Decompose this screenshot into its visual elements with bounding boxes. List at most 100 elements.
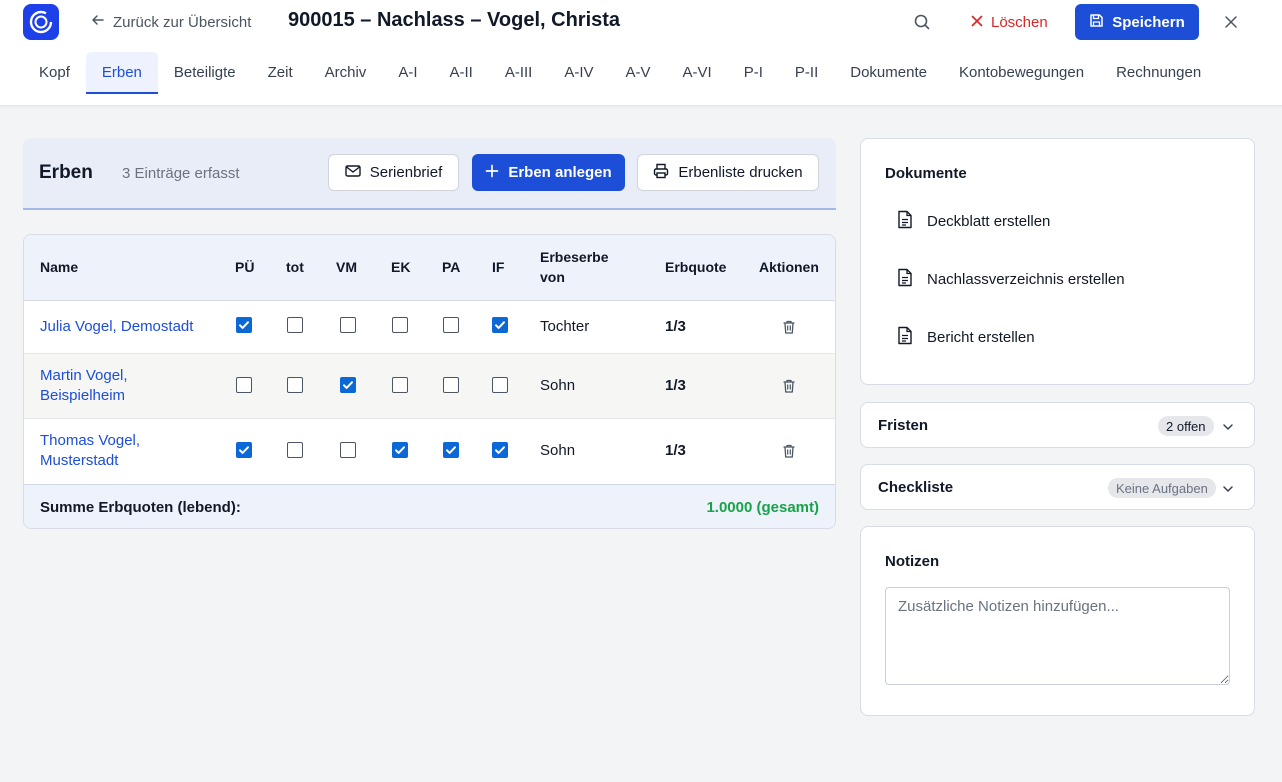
checkbox-if[interactable] [492, 442, 508, 458]
back-to-overview-link[interactable]: Zurück zur Übersicht [91, 12, 251, 32]
section-title: Erben [39, 162, 93, 183]
tab-p-i[interactable]: P-I [728, 52, 779, 94]
table-row: Julia Vogel, Demostadt Tochter 1/3 [24, 301, 835, 354]
checkbox-pa[interactable] [443, 442, 459, 458]
print-heir-list-button[interactable]: Erbenliste drucken [637, 154, 819, 191]
checklist-accordion[interactable]: Checkliste Keine Aufgaben [860, 464, 1255, 510]
relation-text: Tochter [540, 318, 590, 335]
checklist-title: Checkliste [878, 479, 954, 496]
checkbox-pu[interactable] [236, 377, 252, 393]
relation-text: Sohn [540, 377, 576, 394]
create-report-link[interactable]: Bericht erstellen [897, 326, 1035, 348]
document-icon [897, 210, 913, 233]
checkbox-pu[interactable] [236, 442, 252, 458]
tab-zeit[interactable]: Zeit [252, 52, 309, 94]
save-button[interactable]: Speichern [1075, 4, 1199, 40]
checkbox-if[interactable] [492, 377, 508, 393]
quote-value: 1/3 [665, 442, 686, 459]
delete-button[interactable]: Löschen [963, 4, 1056, 40]
heir-name-link[interactable]: Martin Vogel, Beispielheim [40, 366, 200, 406]
deadlines-accordion[interactable]: Fristen 2 offen [860, 402, 1255, 448]
document-icon [897, 326, 913, 349]
notes-title: Notizen [885, 553, 940, 570]
col-if: IF [492, 259, 505, 275]
document-icon [897, 268, 913, 291]
tab-archiv[interactable]: Archiv [309, 52, 383, 94]
chevron-down-icon [1222, 482, 1234, 494]
trash-icon[interactable] [781, 319, 797, 335]
checkbox-ek[interactable] [392, 442, 408, 458]
heir-name-link[interactable]: Thomas Vogel, Musterstadt [40, 431, 200, 471]
close-icon[interactable] [1222, 13, 1240, 31]
tab-a-vi[interactable]: A-VI [667, 52, 728, 94]
checkbox-tot[interactable] [287, 377, 303, 393]
tab-a-ii[interactable]: A-II [433, 52, 488, 94]
envelope-icon [345, 164, 361, 182]
tab-a-v[interactable]: A-V [610, 52, 667, 94]
create-cover-sheet-link[interactable]: Deckblatt erstellen [897, 210, 1050, 232]
quote-value: 1/3 [665, 318, 686, 335]
tab-p-ii[interactable]: P-II [779, 52, 834, 94]
checkbox-tot[interactable] [287, 317, 303, 333]
tab-a-iv[interactable]: A-IV [548, 52, 609, 94]
app-logo-icon[interactable] [23, 4, 59, 40]
tab-a-iii[interactable]: A-III [489, 52, 549, 94]
checkbox-vm[interactable] [340, 442, 356, 458]
table-header: Name PÜ tot VM EK PA IF Erbeserbe von Er… [24, 235, 835, 301]
floppy-disk-icon [1089, 13, 1104, 32]
col-erbeserbe: Erbeserbe [540, 249, 609, 265]
relation-text: Sohn [540, 442, 576, 459]
tab-bar: Kopf Erben Beteiligte Zeit Archiv A-I A-… [23, 52, 1217, 94]
back-link-label: Zurück zur Übersicht [113, 13, 252, 31]
tab-kontobewegungen[interactable]: Kontobewegungen [943, 52, 1100, 94]
search-icon[interactable] [912, 12, 932, 32]
heir-name-link[interactable]: Julia Vogel, Demostadt [40, 317, 200, 337]
create-estate-inventory-link[interactable]: Nachlassverzeichnis erstellen [897, 268, 1125, 290]
col-name: Name [40, 259, 79, 275]
sum-label: Summe Erbquoten (lebend): [40, 499, 241, 516]
col-erbeserbe-von: von [540, 269, 565, 285]
tab-rechnungen[interactable]: Rechnungen [1100, 52, 1217, 94]
deadlines-badge: 2 offen [1158, 416, 1214, 436]
table-row: Thomas Vogel, Musterstadt Sohn 1/3 [24, 419, 835, 484]
add-heir-button[interactable]: Erben anlegen [472, 154, 625, 191]
heirs-table: Name PÜ tot VM EK PA IF Erbeserbe von Er… [23, 234, 836, 529]
printer-icon [653, 163, 669, 183]
col-erbquote: Erbquote [665, 259, 727, 275]
checkbox-tot[interactable] [287, 442, 303, 458]
tab-beteiligte[interactable]: Beteiligte [158, 52, 252, 94]
checkbox-ek[interactable] [392, 317, 408, 333]
checklist-badge: Keine Aufgaben [1108, 478, 1216, 498]
tab-dokumente[interactable]: Dokumente [834, 52, 943, 94]
doc-item-label: Deckblatt erstellen [927, 212, 1051, 230]
col-pu: PÜ [235, 259, 255, 275]
doc-item-label: Nachlassverzeichnis erstellen [927, 270, 1125, 288]
trash-icon[interactable] [781, 443, 797, 459]
checkbox-vm[interactable] [340, 377, 356, 393]
tab-a-i[interactable]: A-I [382, 52, 433, 94]
notes-textarea[interactable] [885, 587, 1230, 685]
print-heir-list-label: Erbenliste drucken [678, 164, 803, 181]
checkbox-pa[interactable] [443, 377, 459, 393]
tab-kopf[interactable]: Kopf [23, 52, 86, 94]
checkbox-if[interactable] [492, 317, 508, 333]
heirs-section-header: Erben 3 Einträge erfasst Serienbrief Erb… [23, 138, 836, 210]
trash-icon[interactable] [781, 378, 797, 394]
documents-card: Dokumente Deckblatt erstellen Nachlassve… [860, 138, 1255, 385]
doc-item-label: Bericht erstellen [927, 328, 1035, 346]
arrow-left-icon [91, 13, 105, 31]
checkbox-pa[interactable] [443, 317, 459, 333]
checkbox-vm[interactable] [340, 317, 356, 333]
checkbox-ek[interactable] [392, 377, 408, 393]
tab-erben[interactable]: Erben [85, 52, 158, 94]
checkbox-pu[interactable] [236, 317, 252, 333]
plus-icon [485, 164, 499, 182]
sum-value: 1.0000 (gesamt) [706, 499, 819, 516]
quote-value: 1/3 [665, 377, 686, 394]
serial-letter-button[interactable]: Serienbrief [328, 154, 459, 191]
col-aktionen: Aktionen [759, 259, 819, 275]
top-bar: Zurück zur Übersicht 900015 – Nachlass –… [0, 0, 1282, 106]
save-button-label: Speichern [1112, 13, 1185, 31]
notes-card: Notizen [860, 526, 1255, 716]
entry-count: 3 Einträge erfasst [122, 165, 240, 182]
